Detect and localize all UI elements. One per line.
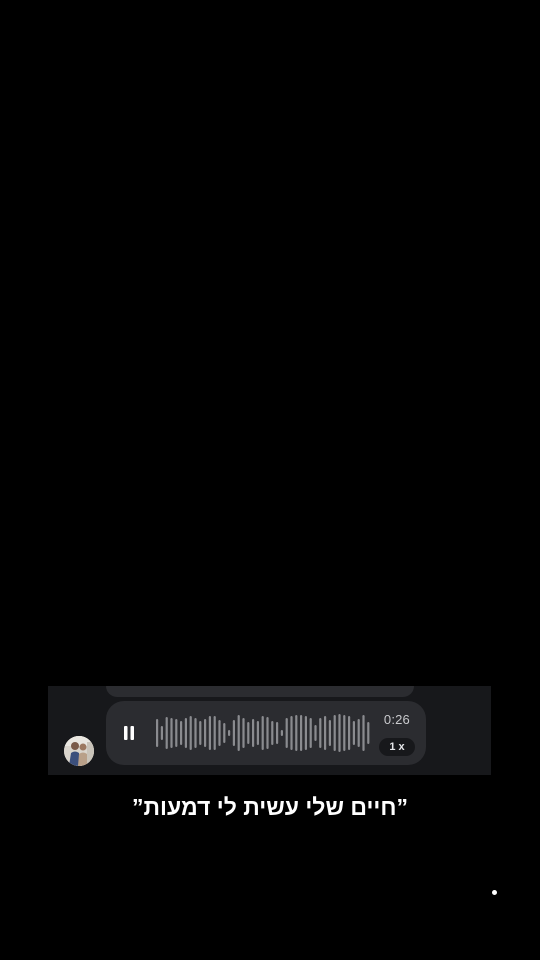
previous-message-bubble bbox=[106, 686, 414, 697]
waveform-bar bbox=[295, 715, 298, 751]
waveform-bar bbox=[165, 717, 168, 749]
waveform-bar bbox=[261, 716, 264, 750]
waveform-bar bbox=[208, 716, 211, 750]
chat-strip: 0:26 1 x bbox=[48, 686, 491, 775]
waveform-bar bbox=[218, 720, 221, 746]
story-caption: ”חיים שלי עשית לי דמעות” bbox=[132, 794, 408, 820]
waveform-bar bbox=[247, 722, 250, 744]
avatar bbox=[64, 736, 94, 766]
waveform-bar bbox=[271, 721, 274, 745]
playback-speed-button[interactable]: 1 x bbox=[379, 738, 415, 756]
waveform-bar bbox=[232, 720, 235, 746]
waveform-bar bbox=[304, 716, 307, 750]
waveform-bar bbox=[333, 715, 336, 751]
voice-duration: 0:26 bbox=[383, 712, 410, 727]
waveform-bar bbox=[228, 730, 231, 736]
waveform-bar bbox=[252, 719, 255, 747]
waveform-bar bbox=[348, 716, 351, 750]
page-indicator-dot bbox=[492, 890, 497, 895]
waveform-bar bbox=[184, 718, 187, 748]
pause-button[interactable] bbox=[120, 721, 138, 745]
waveform-bar bbox=[300, 715, 303, 751]
waveform-bar bbox=[285, 718, 288, 748]
waveform-bar bbox=[242, 718, 245, 748]
waveform-bar bbox=[204, 719, 207, 747]
waveform-bar bbox=[314, 725, 317, 741]
waveform-bar bbox=[256, 721, 259, 745]
waveform-bar bbox=[199, 721, 202, 745]
waveform-bar bbox=[352, 721, 355, 745]
audio-waveform[interactable] bbox=[154, 701, 370, 765]
waveform-bar bbox=[362, 715, 365, 751]
waveform-bar bbox=[160, 726, 163, 740]
waveform-bar bbox=[237, 715, 240, 751]
waveform-bar bbox=[223, 723, 226, 743]
waveform-bar bbox=[357, 719, 360, 747]
waveform-bar bbox=[180, 721, 183, 745]
waveform-bar bbox=[290, 716, 293, 750]
waveform-bar bbox=[170, 718, 173, 748]
waveform-bar bbox=[324, 716, 327, 750]
waveform-bar bbox=[280, 730, 283, 736]
waveform-bar bbox=[276, 722, 279, 744]
waveform-bar bbox=[367, 722, 370, 744]
waveform-bar bbox=[343, 715, 346, 751]
waveform-bar bbox=[213, 716, 216, 750]
waveform-bar bbox=[175, 719, 178, 747]
voice-message-bubble[interactable]: 0:26 1 x bbox=[106, 701, 426, 765]
waveform-bar bbox=[266, 717, 269, 749]
waveform-bar bbox=[189, 716, 192, 750]
waveform-bar bbox=[319, 718, 322, 748]
waveform-bar bbox=[156, 719, 159, 747]
waveform-bar bbox=[309, 718, 312, 748]
pause-icon bbox=[124, 726, 134, 740]
waveform-bar bbox=[194, 718, 197, 748]
waveform-bar bbox=[328, 720, 331, 746]
waveform-bar bbox=[338, 714, 341, 752]
